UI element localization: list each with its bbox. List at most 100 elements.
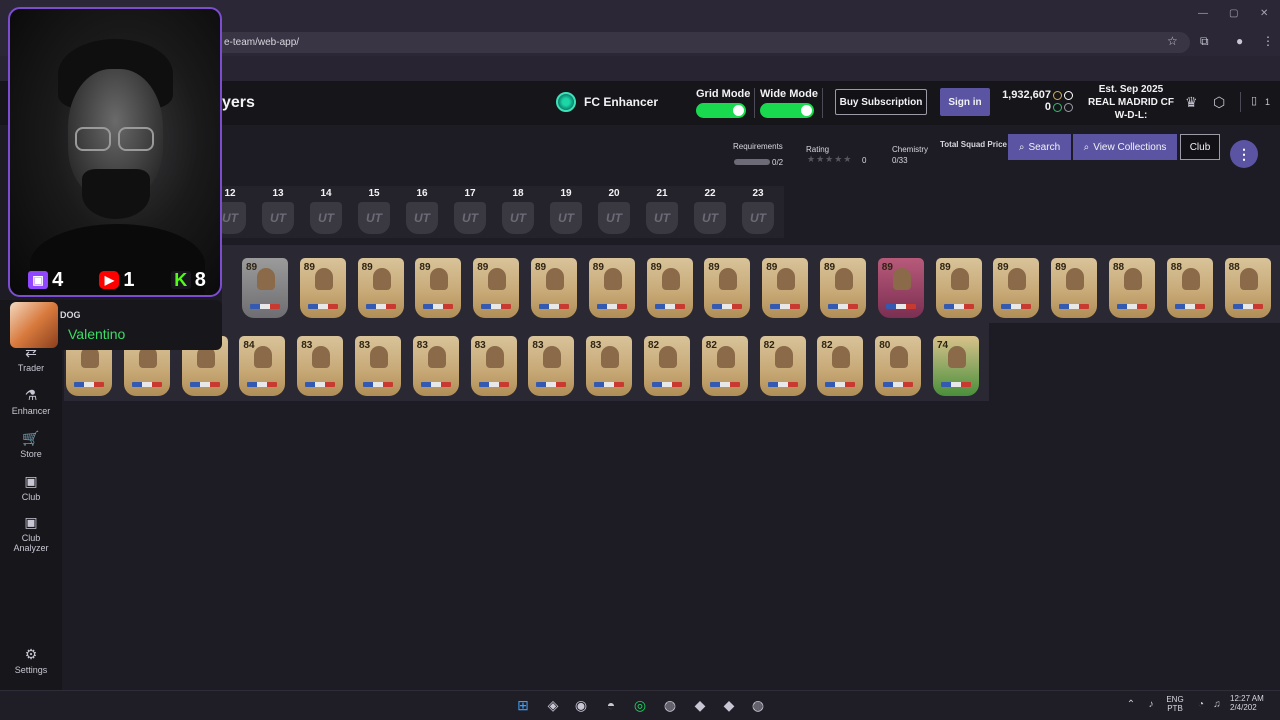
app-icon[interactable]: ◆	[691, 696, 709, 714]
sidebar-item-store[interactable]: 🛒 Store	[0, 430, 62, 459]
player-card[interactable]: 89	[646, 258, 693, 318]
discord-icon[interactable]: ◓	[602, 696, 620, 714]
profile-avatar-icon[interactable]: ●	[1236, 34, 1243, 48]
player-rating: 82	[763, 340, 775, 351]
ut-placeholder-icon: UT	[646, 202, 678, 234]
player-card[interactable]: 83	[355, 336, 401, 396]
player-photo	[543, 346, 562, 368]
notifications-icon[interactable]: ▯	[1251, 94, 1257, 107]
player-card[interactable]: 89	[299, 258, 346, 318]
sidebar-item-settings[interactable]: ⚙ Settings	[0, 646, 62, 675]
minimize-button[interactable]: —	[1198, 8, 1208, 19]
requirements-label: Requirements	[733, 142, 783, 151]
player-card[interactable]: 89	[242, 258, 288, 318]
rank-badge-icon[interactable]: ⬡	[1213, 94, 1225, 111]
requirements-value[interactable]: 0/2	[772, 158, 783, 167]
player-card[interactable]: 82	[701, 336, 748, 396]
sidebar-item-club[interactable]: ▣ Club	[0, 473, 62, 502]
wide-mode-toggle[interactable]: Wide Mode	[760, 88, 818, 118]
empty-squad-slot[interactable]: 17 UT	[446, 186, 494, 238]
grid-mode-label: Grid Mode	[696, 88, 751, 100]
brand-name: FC Enhancer	[584, 95, 659, 109]
player-card[interactable]: 83	[297, 336, 344, 396]
obs-icon[interactable]: ◍	[661, 696, 679, 714]
empty-squad-slot[interactable]: 18 UT	[494, 186, 542, 238]
player-card[interactable]: 88	[1166, 258, 1213, 318]
divider	[1240, 92, 1241, 112]
player-card[interactable]: 89	[473, 258, 520, 318]
empty-squad-slot[interactable]: 23 UT	[734, 186, 782, 238]
player-card[interactable]: 89	[357, 258, 404, 318]
empty-squad-slot[interactable]: 16 UT	[398, 186, 446, 238]
player-card[interactable]: 83	[528, 336, 575, 396]
player-card[interactable]: 74	[933, 336, 979, 396]
extensions-icon[interactable]: ⧉	[1200, 34, 1209, 49]
player-card[interactable]: 83	[470, 336, 517, 396]
language-indicator[interactable]: ENG PTB	[1164, 695, 1186, 713]
nation-league-club-icons	[481, 304, 512, 309]
empty-squad-slot[interactable]: 14 UT	[302, 186, 350, 238]
player-card[interactable]: 82	[644, 336, 690, 396]
player-card[interactable]: 80	[875, 336, 922, 396]
windows-start-icon[interactable]: ⊞	[514, 696, 532, 714]
club-button[interactable]: Club	[1180, 134, 1220, 160]
app-icon[interactable]: ◈	[544, 696, 562, 714]
close-window-button[interactable]: ✕	[1260, 8, 1268, 19]
buy-subscription-button[interactable]: Buy Subscription	[835, 89, 927, 115]
player-photo	[485, 346, 504, 368]
more-options-icon[interactable]: ⋮	[1230, 140, 1258, 168]
player-card[interactable]: 89	[588, 258, 635, 318]
ut-placeholder-icon: UT	[262, 202, 294, 234]
player-card[interactable]: 89	[531, 258, 577, 318]
system-clock[interactable]: 12:27 AM 2/4/202	[1230, 694, 1278, 712]
chrome-icon[interactable]: ◍	[749, 696, 767, 714]
player-card[interactable]: 89	[704, 258, 751, 318]
steam-icon[interactable]: ◉	[572, 696, 590, 714]
player-photo	[372, 268, 391, 290]
spotify-icon[interactable]: ◎	[631, 696, 649, 714]
sidebar-item-enhancer[interactable]: ⚗ Enhancer	[0, 387, 62, 416]
total-squad-price-label: Total Squad Price	[940, 140, 1007, 149]
maximize-button[interactable]: ▢	[1229, 8, 1238, 19]
wide-mode-switch[interactable]	[760, 103, 814, 118]
app-icon[interactable]: ◆	[720, 696, 738, 714]
microphone-icon[interactable]: ♪	[1142, 696, 1160, 714]
empty-squad-slot[interactable]: 20 UT	[590, 186, 638, 238]
player-card[interactable]: 83	[412, 336, 459, 396]
empty-squad-slot[interactable]: 15 UT	[350, 186, 398, 238]
add-points-icon[interactable]	[1064, 102, 1073, 112]
coin-icon	[1053, 90, 1062, 100]
player-card[interactable]: 88	[1109, 258, 1155, 318]
empty-squad-slot[interactable]: 22 UT	[686, 186, 734, 238]
bookmark-star-icon[interactable]: ☆	[1167, 34, 1178, 48]
player-card[interactable]: 88	[1224, 258, 1271, 318]
search-button[interactable]: ⌕ Search	[1008, 134, 1071, 160]
analyzer-icon: ▣	[24, 514, 38, 530]
grid-mode-toggle[interactable]: Grid Mode	[696, 88, 750, 118]
sign-in-button[interactable]: Sign in	[940, 88, 990, 116]
tray-overflow-icon[interactable]: ⌃	[1122, 696, 1140, 714]
nation-league-club-icons	[305, 382, 336, 387]
volume-icon[interactable]: ♫	[1208, 696, 1226, 714]
empty-squad-slot[interactable]: 13 UT	[254, 186, 302, 238]
club-icon: ▣	[24, 473, 38, 489]
player-card[interactable]: 89	[820, 258, 866, 318]
player-card[interactable]: 89	[1051, 258, 1098, 318]
player-card[interactable]: 84	[239, 336, 286, 396]
player-card[interactable]: 89	[762, 258, 809, 318]
player-card[interactable]: 83	[586, 336, 633, 396]
view-collections-button[interactable]: ⌕ View Collections	[1073, 134, 1177, 160]
grid-mode-switch[interactable]	[696, 103, 746, 118]
nation-league-club-icons	[1232, 304, 1263, 309]
browser-menu-icon[interactable]: ⋮	[1262, 34, 1274, 48]
player-card[interactable]: 89	[993, 258, 1040, 318]
empty-squad-slot[interactable]: 21 UT	[638, 186, 686, 238]
player-card[interactable]: 89	[415, 258, 462, 318]
player-card[interactable]: 82	[817, 336, 864, 396]
sidebar-item-club-analyzer[interactable]: ▣ Club Analyzer	[0, 514, 62, 553]
player-card[interactable]: 89	[935, 258, 982, 318]
empty-squad-slot[interactable]: 19 UT	[542, 186, 590, 238]
player-card[interactable]: 89	[877, 258, 924, 318]
address-bar[interactable]: e-team/web-app/	[180, 32, 1190, 53]
player-card[interactable]: 82	[759, 336, 806, 396]
